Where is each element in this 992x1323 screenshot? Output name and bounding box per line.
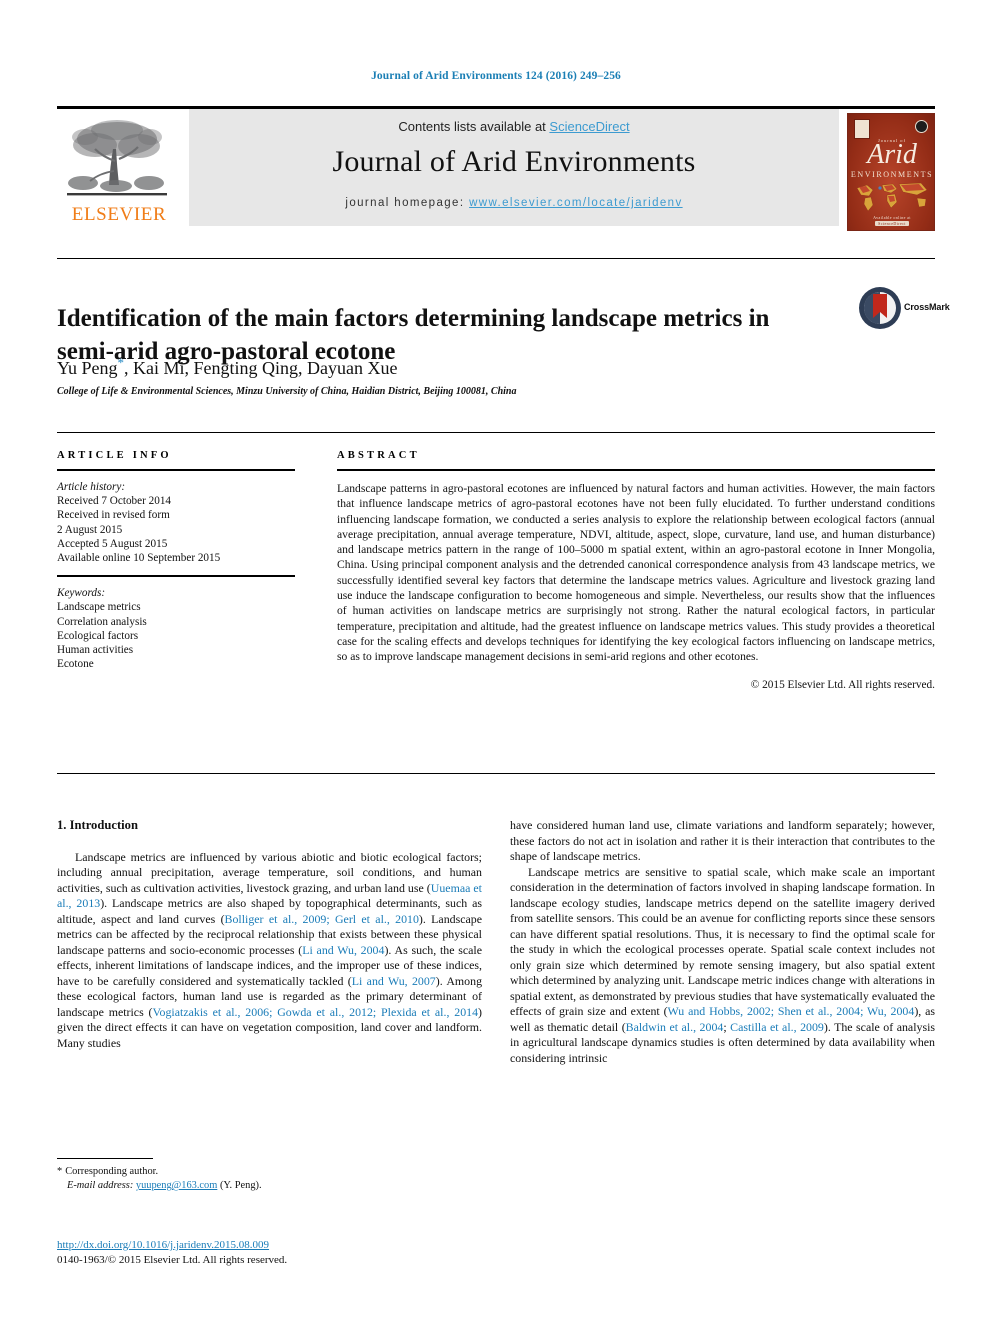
author-names: Yu Peng <box>57 358 118 378</box>
paragraph-text: have considered human land use, climate … <box>510 818 935 863</box>
keyword-item: Ecotone <box>57 658 94 671</box>
paragraph: have considered human land use, climate … <box>510 818 935 865</box>
article-history-item: Received in revised form <box>57 509 170 522</box>
abstract-text: Landscape patterns in agro-pastoral ecot… <box>337 482 935 664</box>
cover-footer: Available online at ScienceDirect <box>848 215 934 226</box>
journal-homepage-link[interactable]: www.elsevier.com/locate/jaridenv <box>469 197 683 209</box>
keywords-block: Keywords: Landscape metrics Correlation … <box>57 586 295 671</box>
email-link[interactable]: yuupeng@163.com <box>136 1180 217 1191</box>
body-column-right: have considered human land use, climate … <box>510 818 935 1066</box>
citation-link[interactable]: Li and Wu, 2007 <box>352 974 436 988</box>
section-title-introduction: 1. Introduction <box>57 818 138 832</box>
article-info-heading-rule <box>57 469 295 471</box>
keyword-item: Ecological factors <box>57 629 139 642</box>
journal-masthead: ELSEVIER Contents lists available at Sci… <box>57 109 935 237</box>
corresponding-author-note: * Corresponding author. <box>57 1165 482 1179</box>
cover-title-sub: ENVIRONMENTS <box>850 170 934 179</box>
email-note: E-mail address: yuupeng@163.com (Y. Peng… <box>57 1179 482 1193</box>
homepage-prefix: journal homepage: <box>345 197 470 209</box>
doi-block: http://dx.doi.org/10.1016/j.jaridenv.201… <box>57 1238 482 1268</box>
citation-link[interactable]: Wu and Hobbs, 2002; Shen et al., 2004; W… <box>668 1004 915 1018</box>
affiliation: College of Life & Environmental Sciences… <box>57 386 517 397</box>
running-head: Journal of Arid Environments 124 (2016) … <box>371 70 621 82</box>
article-history-item: Available online 10 September 2015 <box>57 552 221 565</box>
cover-sciencedirect-pill: ScienceDirect <box>875 221 909 226</box>
article-info-middle-rule <box>57 575 295 578</box>
info-section-top-rule <box>57 432 935 433</box>
crossmark-label: CrossMark <box>904 302 950 312</box>
crossmark-badge[interactable]: CrossMark <box>858 286 950 332</box>
keywords-label: Keywords: <box>57 587 106 600</box>
doi-link[interactable]: http://dx.doi.org/10.1016/j.jaridenv.201… <box>57 1239 269 1251</box>
article-history-item: 2 August 2015 <box>57 523 123 536</box>
footnote-rule <box>57 1158 153 1159</box>
citation-link[interactable]: Li and Wu, 2004 <box>302 943 384 957</box>
keyword-item: Correlation analysis <box>57 615 147 628</box>
abstract-copyright: © 2015 Elsevier Ltd. All rights reserved… <box>750 678 935 691</box>
title-separator-rule <box>57 258 935 259</box>
abstract-heading-rule <box>337 469 935 471</box>
article-history-item: Received 7 October 2014 <box>57 495 172 508</box>
author-list: Yu Peng*, Kai Mi, Fengting Qing, Dayuan … <box>57 355 797 379</box>
author-names-rest: , Kai Mi, Fengting Qing, Dayuan Xue <box>124 358 398 378</box>
paragraph-text: Landscape metrics are sensitive to spati… <box>510 864 935 1019</box>
crossmark-icon[interactable] <box>858 286 902 330</box>
keyword-item: Landscape metrics <box>57 601 141 614</box>
citation-link[interactable]: Baldwin et al., 2004 <box>626 1020 724 1034</box>
citation-link[interactable]: Bolliger et al., 2009; Gerl et al., 2010 <box>225 912 419 926</box>
elsevier-wordmark: ELSEVIER <box>71 204 167 225</box>
article-info-heading: ARTICLE INFO <box>57 450 172 461</box>
citation-link[interactable]: Castilla et al., 2009 <box>730 1020 824 1034</box>
elsevier-tree-icon <box>67 120 167 196</box>
contents-lists-line: Contents lists available at ScienceDirec… <box>189 119 839 134</box>
journal-title: Journal of Arid Environments <box>332 145 696 178</box>
citation-link[interactable]: Vogiatzakis et al., 2006; Gowda et al., … <box>152 1005 478 1019</box>
sciencedirect-link[interactable]: ScienceDirect <box>549 119 629 134</box>
paragraph: Landscape metrics are sensitive to spati… <box>510 865 935 1067</box>
keyword-item: Human activities <box>57 644 134 657</box>
cover-footer-text: Available online at <box>873 215 911 220</box>
cover-elsevier-mark-icon <box>854 119 870 139</box>
cover-badge-icon <box>915 120 928 133</box>
abstract-heading: ABSTRACT <box>337 450 420 461</box>
corresponding-author-text: Corresponding author. <box>65 1166 159 1177</box>
elsevier-logo: ELSEVIER <box>63 115 175 233</box>
abstract-column: ABSTRACT Landscape patterns in agro-past… <box>337 450 935 691</box>
email-suffix: (Y. Peng). <box>219 1180 262 1191</box>
journal-homepage-line: journal homepage: www.elsevier.com/locat… <box>189 197 839 209</box>
article-history-block: Article history: Received 7 October 2014… <box>57 480 295 565</box>
article-first-page: Journal of Arid Environments 124 (2016) … <box>0 0 992 1323</box>
email-label: E-mail address: <box>67 1180 134 1191</box>
footnote-star-marker: * <box>57 1166 63 1177</box>
article-history-item: Accepted 5 August 2015 <box>57 537 168 550</box>
info-section-bottom-rule <box>57 773 935 774</box>
body-column-left: 1. Introduction Landscape metrics are in… <box>57 818 482 1051</box>
paragraph: Landscape metrics are influenced by vari… <box>57 850 482 1052</box>
issn-copyright-line: 0140-1963/© 2015 Elsevier Ltd. All right… <box>57 1254 288 1266</box>
journal-cover-thumbnail: Journal of Arid ENVIRONMENTS Available o… <box>847 113 935 231</box>
article-info-column: ARTICLE INFO Article history: Received 7… <box>57 450 295 671</box>
cover-world-map-icon <box>851 180 933 214</box>
cover-title-main: Arid <box>867 139 917 170</box>
paragraph-text: Landscape metrics are influenced by vari… <box>57 849 482 895</box>
article-history-label: Article history: <box>57 481 126 493</box>
footnote-block: * Corresponding author. E-mail address: y… <box>57 1165 482 1193</box>
contents-prefix: Contents lists available at <box>398 119 550 134</box>
